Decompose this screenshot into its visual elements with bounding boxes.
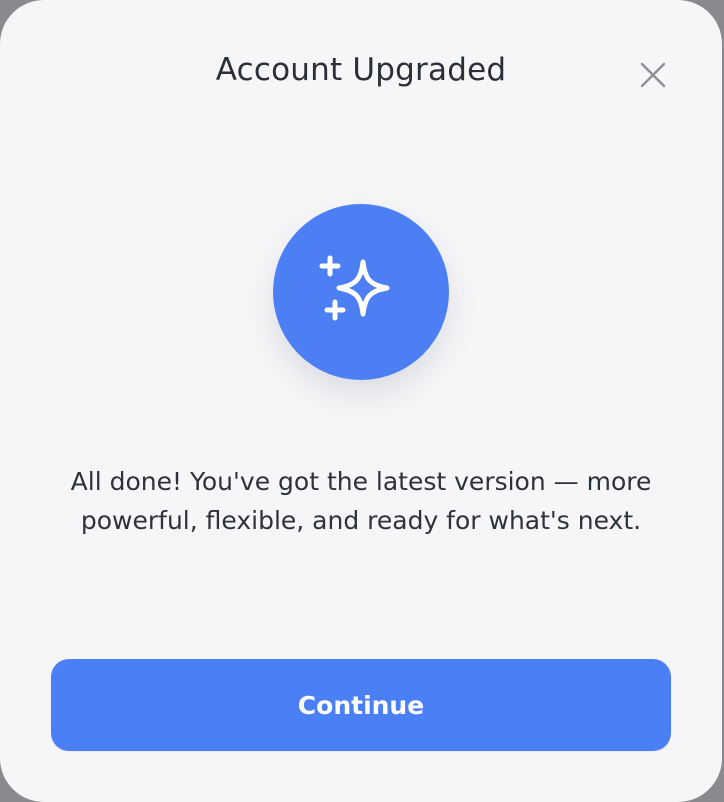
close-button[interactable] bbox=[634, 56, 672, 94]
hero-badge bbox=[273, 204, 449, 380]
continue-button[interactable]: Continue bbox=[51, 659, 671, 751]
close-icon bbox=[640, 62, 666, 88]
sparkles-icon bbox=[319, 255, 390, 321]
dialog-title: Account Upgraded bbox=[215, 52, 507, 88]
dialog-message: All done! You've got the latest version … bbox=[70, 467, 652, 535]
upgrade-dialog: Account Upgraded All done! You've got th… bbox=[0, 0, 722, 802]
